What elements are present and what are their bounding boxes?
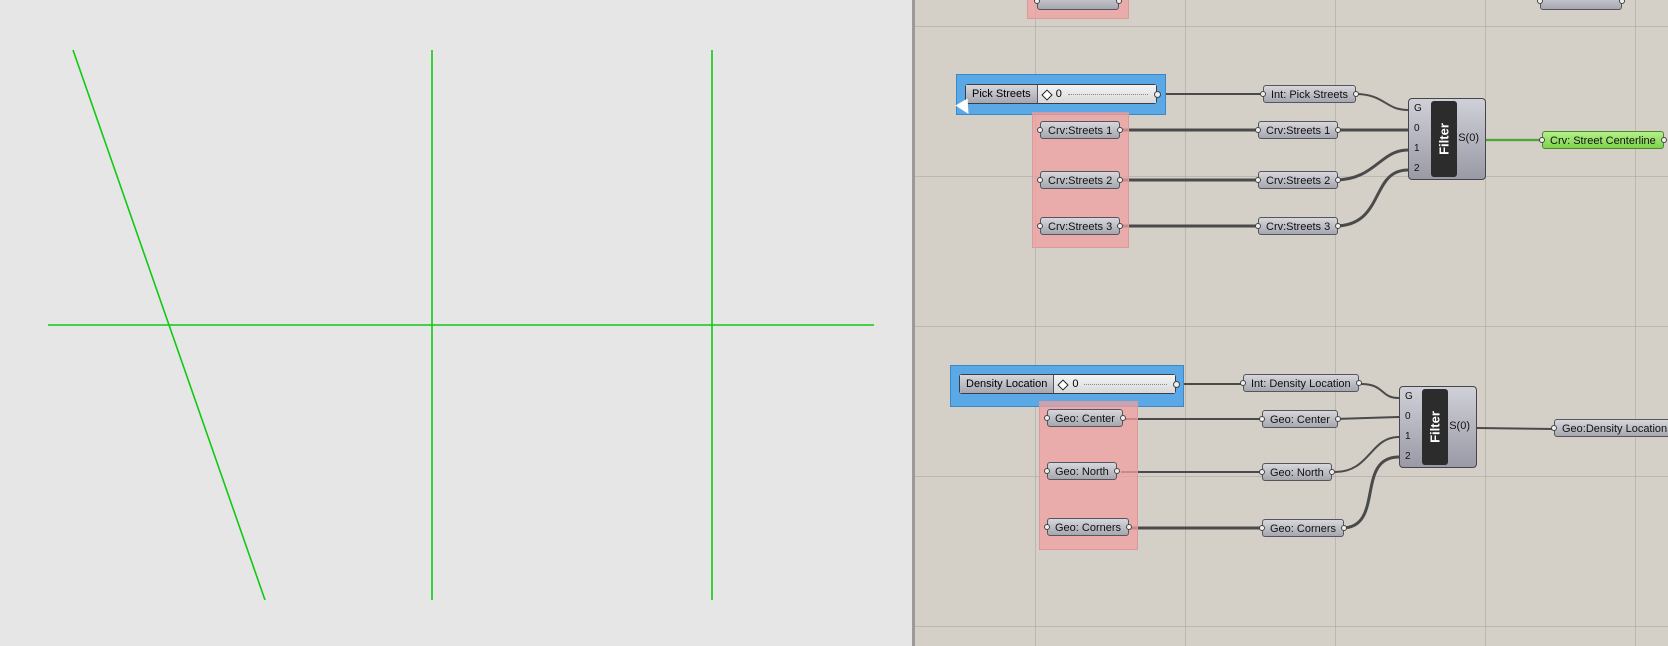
slider-label: Density Location (960, 375, 1055, 393)
filter-name: Filter (1436, 123, 1452, 155)
wire (1476, 427, 1555, 430)
filter-input-1[interactable]: 1 (1414, 143, 1420, 154)
slider-grip-icon[interactable] (1041, 89, 1053, 101)
filter-input-2[interactable]: 2 (1414, 163, 1420, 174)
filter-input-1[interactable]: 1 (1405, 431, 1411, 442)
param-geo-corners[interactable]: Geo: Corners (1043, 518, 1133, 536)
pick-streets-slider[interactable]: Pick Streets 0 (965, 84, 1161, 104)
filter-core: Filter (1422, 389, 1448, 465)
param-crv-streets-1[interactable]: Crv:Streets 1 (1036, 121, 1124, 139)
param-top-partial[interactable] (1034, 0, 1122, 10)
relay-geo-corners[interactable]: Geo: Corners (1258, 519, 1348, 537)
wire (1354, 93, 1409, 111)
output-port[interactable] (1154, 91, 1161, 98)
param-crv-streets-3[interactable]: Crv:Streets 3 (1036, 217, 1124, 235)
density-filter-component[interactable]: G 0 1 2 Filter S(0) (1399, 386, 1477, 468)
param-crv-streets-2[interactable]: Crv:Streets 2 (1036, 171, 1124, 189)
slider-track[interactable]: 0 (1037, 85, 1156, 103)
slider-ticks (1067, 94, 1148, 98)
grasshopper-canvas[interactable]: Pick Streets 0 Crv:Streets 1 Crv:Streets… (915, 0, 1668, 646)
param-geo-center[interactable]: Geo: Center (1044, 409, 1126, 427)
param-int-density-location[interactable]: Int: Density Location (1240, 374, 1362, 392)
wire (1341, 455, 1400, 530)
relay-geo-north[interactable]: Geo: North (1259, 463, 1335, 481)
param-top-right-partial[interactable] (1537, 0, 1625, 10)
density-location-slider[interactable]: Density Location 0 (959, 374, 1180, 394)
filter-input-0[interactable]: 0 (1405, 411, 1411, 422)
wire (1360, 383, 1400, 399)
filter-output[interactable]: S(0) (1449, 420, 1470, 432)
slider-grip-icon[interactable] (1057, 379, 1069, 391)
relay-geo-center[interactable]: Geo: Center (1259, 410, 1341, 428)
filter-input-g[interactable]: G (1414, 103, 1422, 114)
filter-input-2[interactable]: 2 (1405, 451, 1411, 462)
param-street-centerline[interactable]: Crv: Street Centerline (1539, 131, 1667, 149)
output-port[interactable] (1173, 381, 1180, 388)
param-geo-north[interactable]: Geo: North (1044, 462, 1120, 480)
relay-crv-streets-1[interactable]: Crv:Streets 1 (1254, 121, 1342, 139)
slider-track[interactable]: 0 (1054, 375, 1175, 393)
slider-label: Pick Streets (966, 85, 1038, 103)
slider-ticks (1084, 384, 1167, 388)
slider-value: 0 (1055, 88, 1062, 100)
relay-crv-streets-2[interactable]: Crv:Streets 2 (1254, 171, 1342, 189)
param-geo-density-location[interactable]: Geo:Density Location (1550, 419, 1668, 437)
relay-crv-streets-3[interactable]: Crv:Streets 3 (1254, 217, 1342, 235)
filter-input-0[interactable]: 0 (1414, 123, 1420, 134)
filter-input-g[interactable]: G (1405, 391, 1413, 402)
wire (1334, 148, 1409, 182)
viewport-geometry (48, 49, 874, 601)
filter-output[interactable]: S(0) (1458, 132, 1479, 144)
filter-name: Filter (1427, 411, 1443, 443)
streets-filter-component[interactable]: G 0 1 2 Filter S(0) (1408, 98, 1486, 180)
wire (1334, 416, 1400, 420)
filter-core: Filter (1431, 101, 1457, 177)
rhino-viewport[interactable] (0, 0, 912, 646)
param-int-pick-streets[interactable]: Int: Pick Streets (1259, 85, 1360, 103)
slider-value: 0 (1072, 378, 1079, 390)
wire (1334, 436, 1400, 473)
